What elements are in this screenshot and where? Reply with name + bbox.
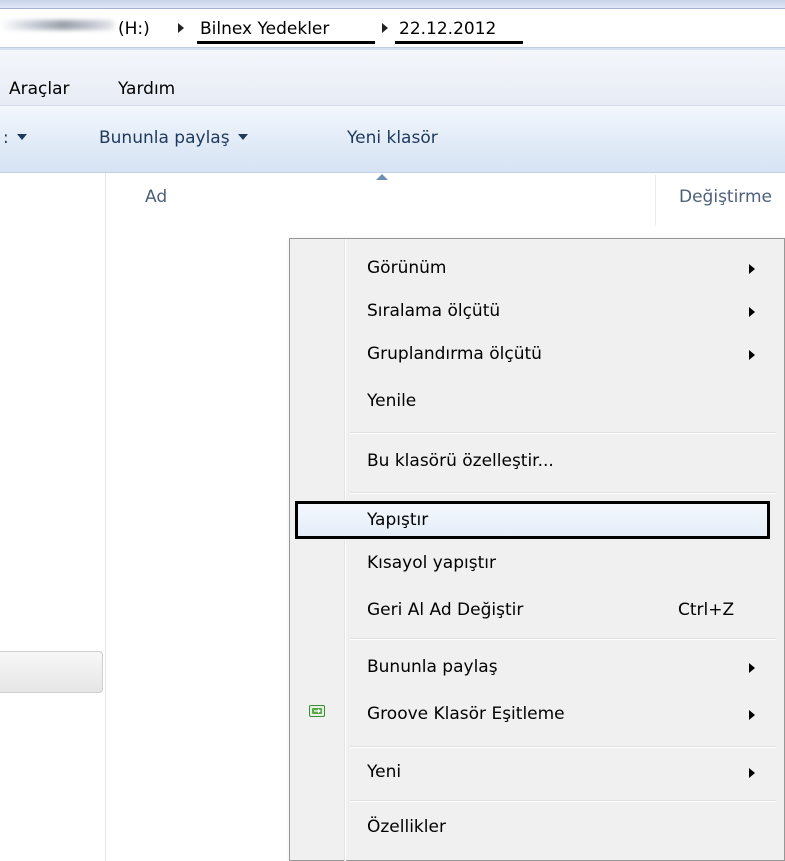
submenu-arrow-icon bbox=[749, 350, 755, 360]
menu-separator bbox=[350, 746, 776, 748]
groove-folder-sync-icon bbox=[309, 705, 325, 717]
shortcut-ctrl-z: Ctrl+Z bbox=[678, 600, 735, 620]
share-with-button[interactable]: Bununla paylaş bbox=[99, 128, 248, 148]
menu-item-klasoru-ozellestir[interactable]: Bu klasörü özelleştir... bbox=[367, 451, 554, 471]
chevron-down-icon bbox=[16, 134, 27, 140]
breadcrumb-drive[interactable]: (H:) bbox=[118, 19, 150, 39]
organize-button[interactable]: : bbox=[3, 128, 27, 148]
blurred-path-segment bbox=[0, 20, 115, 30]
menu-item-gorunum[interactable]: Görünüm bbox=[367, 258, 446, 278]
column-header-name[interactable]: Ad bbox=[145, 187, 167, 207]
menu-item-siralama-olcutu[interactable]: Sıralama ölçütü bbox=[367, 301, 500, 321]
breadcrumb-bilnex-yedekler[interactable]: Bilnex Yedekler bbox=[200, 19, 329, 39]
menu-item-geri-al-ad-degistir[interactable]: Geri Al Ad Değiştir bbox=[367, 600, 523, 620]
breadcrumb-arrow-icon[interactable] bbox=[178, 23, 184, 33]
menu-araclar[interactable]: Araçlar bbox=[9, 79, 70, 99]
menu-item-bununla-paylas[interactable]: Bununla paylaş bbox=[367, 657, 498, 677]
menu-item-yenile[interactable]: Yenile bbox=[367, 391, 416, 411]
menu-item-yapistir[interactable]: Yapıştır bbox=[367, 510, 428, 530]
menu-separator bbox=[350, 800, 776, 802]
breadcrumb-underline bbox=[197, 41, 375, 44]
share-with-label: Bununla paylaş bbox=[99, 128, 230, 148]
organize-label-fragment: : bbox=[3, 128, 9, 148]
menu-item-groove-klasor-esitleme[interactable]: Groove Klasör Eşitleme bbox=[367, 704, 565, 724]
menu-yardim[interactable]: Yardım bbox=[118, 79, 175, 99]
breadcrumb-date-folder[interactable]: 22.12.2012 bbox=[399, 19, 496, 39]
context-menu bbox=[289, 238, 785, 861]
menu-separator bbox=[350, 492, 776, 494]
context-menu-gutter-highlight bbox=[345, 239, 346, 861]
menu-separator bbox=[350, 432, 776, 434]
menu-item-kisayol-yapistir[interactable]: Kısayol yapıştır bbox=[367, 553, 496, 573]
breadcrumb-underline bbox=[395, 41, 523, 44]
column-header-date-modified[interactable]: Değiştirme bbox=[679, 187, 772, 207]
navigation-pane[interactable] bbox=[0, 173, 106, 861]
navigation-selected-item[interactable] bbox=[0, 651, 103, 693]
new-folder-button[interactable]: Yeni klasör bbox=[347, 128, 438, 148]
sort-ascending-icon bbox=[376, 174, 388, 180]
chevron-down-icon bbox=[237, 134, 248, 140]
submenu-arrow-icon bbox=[749, 710, 755, 720]
menu-item-ozellikler[interactable]: Özellikler bbox=[367, 817, 446, 837]
submenu-arrow-icon bbox=[749, 307, 755, 317]
column-divider[interactable] bbox=[655, 175, 656, 225]
address-bar: (H:) Bilnex Yedekler 22.12.2012 bbox=[0, 0, 785, 50]
menu-item-gruplandirma-olcutu[interactable]: Gruplandırma ölçütü bbox=[367, 344, 542, 364]
submenu-arrow-icon bbox=[749, 264, 755, 274]
breadcrumb-arrow-icon[interactable] bbox=[382, 23, 388, 33]
menu-separator bbox=[350, 638, 776, 640]
submenu-arrow-icon bbox=[749, 768, 755, 778]
menu-item-yeni[interactable]: Yeni bbox=[367, 762, 401, 782]
submenu-arrow-icon bbox=[749, 663, 755, 673]
